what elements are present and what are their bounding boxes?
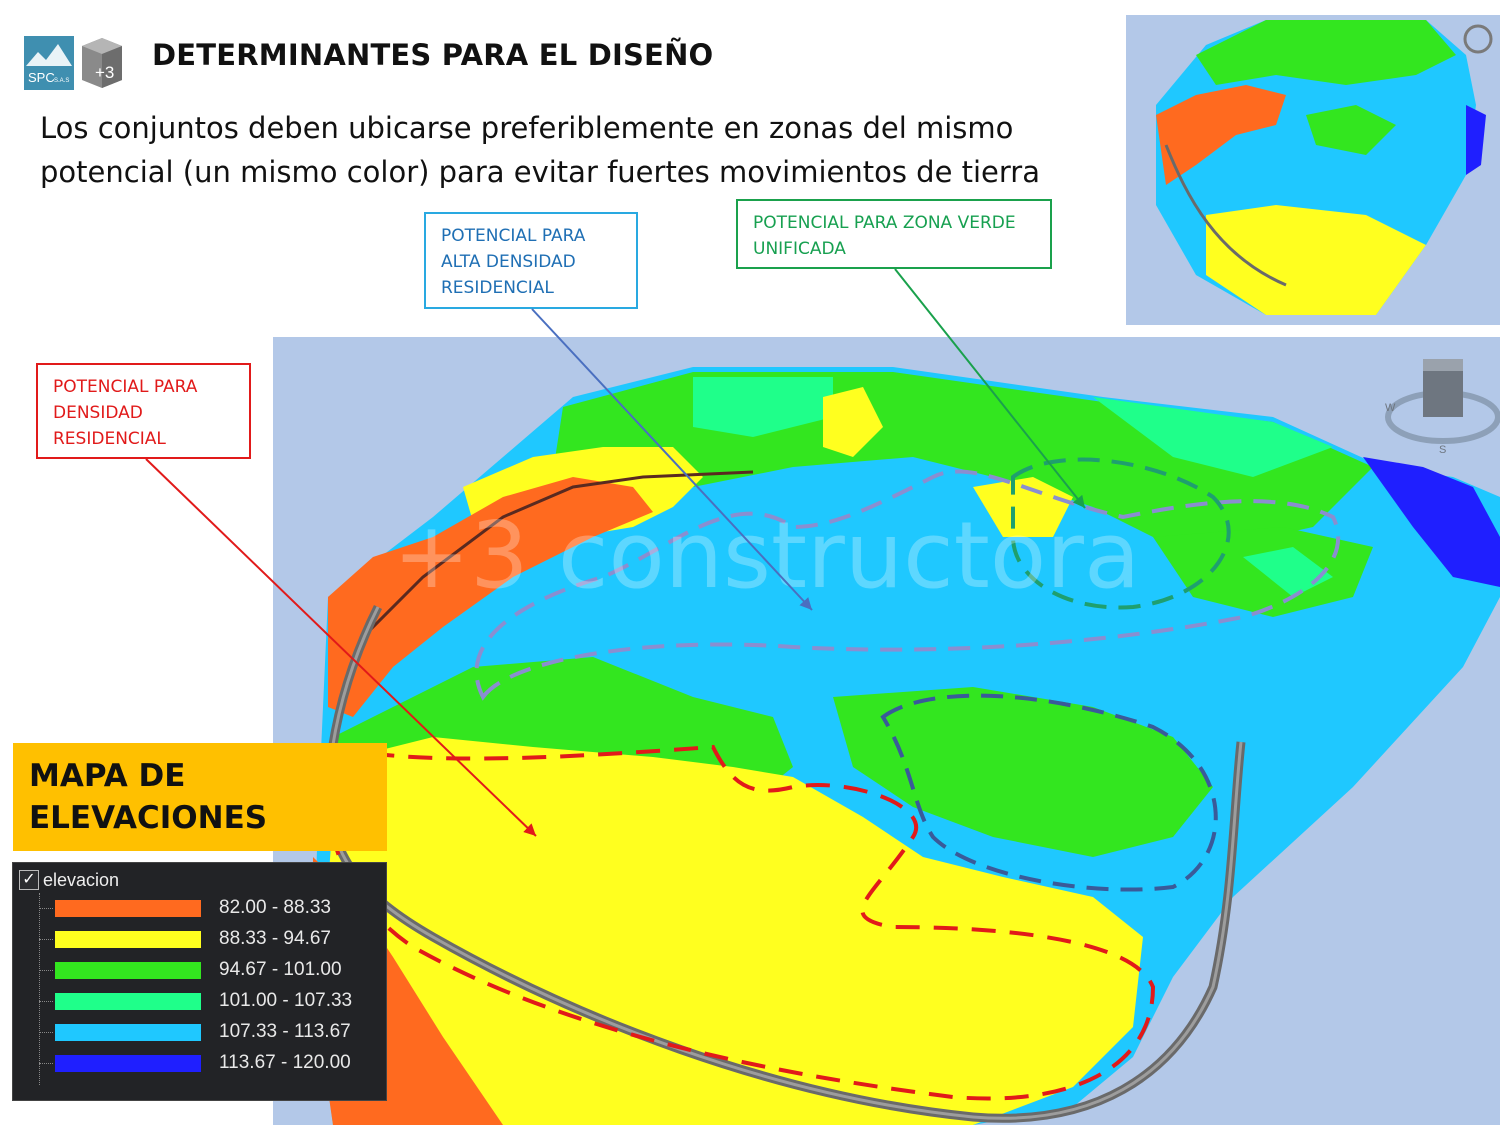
layer-checkbox[interactable]: ✓	[19, 870, 39, 890]
elevation-legend: ✓ elevacion 82.00 - 88.33 88.33 - 94.67 94…	[12, 862, 387, 1101]
callout-zona-verde: POTENCIAL PARA ZONA VERDE UNIFICADA	[736, 199, 1052, 269]
legend-item: 101.00 - 107.33	[39, 986, 379, 1017]
page-subtitle: Los conjuntos deben ubicarse preferiblem…	[40, 111, 1041, 189]
legend-range-label: 107.33 - 113.67	[219, 1021, 351, 1042]
legend-range-label: 113.67 - 120.00	[219, 1052, 351, 1073]
logo-spc-text: SPC	[28, 70, 55, 85]
legend-item: 82.00 - 88.33	[39, 893, 379, 924]
legend-item: 88.33 - 94.67	[39, 924, 379, 955]
legend-swatch	[55, 1055, 201, 1072]
callout-densidad-residencial: POTENCIAL PARA DENSIDAD RESIDENCIAL	[36, 363, 251, 459]
legend-item: 94.67 - 101.00	[39, 955, 379, 986]
legend-swatch	[55, 1024, 201, 1041]
legend-item: 113.67 - 120.00	[39, 1048, 379, 1079]
legend-range-label: 101.00 - 107.33	[219, 990, 353, 1011]
elevation-map[interactable]: +3 constructora W S	[273, 337, 1500, 1125]
callout-alta-densidad: POTENCIAL PARA ALTA DENSIDAD RESIDENCIAL	[424, 212, 638, 309]
map-watermark: +3 constructora	[393, 502, 1140, 609]
legend-layer-header[interactable]: ✓ elevacion	[19, 867, 119, 893]
legend-range-label: 94.67 - 101.00	[219, 959, 342, 980]
legend-range-label: 88.33 - 94.67	[219, 928, 331, 949]
legend-swatch	[55, 900, 201, 917]
legend-swatch	[55, 931, 201, 948]
inset-map[interactable]	[1126, 15, 1500, 325]
svg-text:S.A.S: S.A.S	[54, 78, 69, 84]
page-title: DETERMINANTES PARA EL DISEÑO	[152, 38, 714, 72]
svg-text:S: S	[1439, 444, 1446, 456]
map-title-box: MAPA DE ELEVACIONES	[13, 743, 387, 851]
company-logo: SPC S.A.S +3	[24, 36, 122, 90]
legend-layer-label: elevacion	[43, 869, 120, 890]
legend-swatch	[55, 993, 201, 1010]
svg-text:W: W	[1385, 402, 1396, 414]
legend-item: 107.33 - 113.67	[39, 1017, 379, 1048]
logo-plus3-text: +3	[95, 63, 114, 82]
legend-swatch	[55, 962, 201, 979]
legend-range-label: 82.00 - 88.33	[219, 897, 331, 918]
